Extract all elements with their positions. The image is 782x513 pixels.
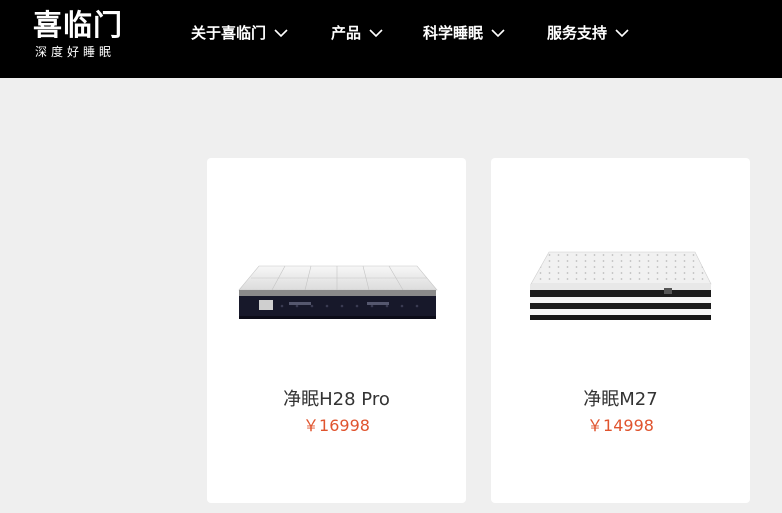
chevron-down-icon bbox=[491, 29, 505, 38]
nav-item-sleep-science[interactable]: 科学睡眠 bbox=[423, 20, 505, 46]
brand-slogan: 深度好睡眠 bbox=[35, 45, 116, 59]
site-header: 喜临门 深度好睡眠 关于喜临门 产品 科学睡眠 服务支持 bbox=[0, 0, 782, 78]
mattress-image bbox=[530, 251, 712, 320]
product-name: 净眠M27 bbox=[583, 389, 658, 410]
nav-item-label: 产品 bbox=[331, 24, 362, 42]
mattress-image bbox=[238, 265, 438, 319]
nav-item-products[interactable]: 产品 bbox=[331, 20, 383, 46]
nav-item-label: 服务支持 bbox=[547, 24, 608, 42]
product-name: 净眠H28 Pro bbox=[283, 389, 390, 410]
product-price: ￥14998 bbox=[587, 416, 654, 435]
nav-item-about[interactable]: 关于喜临门 bbox=[191, 20, 288, 46]
product-price: ￥16998 bbox=[303, 416, 370, 435]
product-card[interactable]: 净眠H28 Pro ￥16998 bbox=[207, 158, 466, 503]
chevron-down-icon bbox=[369, 29, 383, 38]
brand-name: 喜临门 bbox=[33, 8, 124, 42]
chevron-down-icon bbox=[274, 29, 288, 38]
product-card[interactable]: 净眠M27 ￥14998 bbox=[491, 158, 750, 503]
nav-item-label: 科学睡眠 bbox=[423, 24, 484, 42]
chevron-down-icon bbox=[615, 29, 629, 38]
nav-item-label: 关于喜临门 bbox=[191, 24, 267, 42]
nav-item-service[interactable]: 服务支持 bbox=[547, 20, 629, 46]
brand-logo[interactable]: 喜临门 深度好睡眠 bbox=[33, 8, 145, 64]
